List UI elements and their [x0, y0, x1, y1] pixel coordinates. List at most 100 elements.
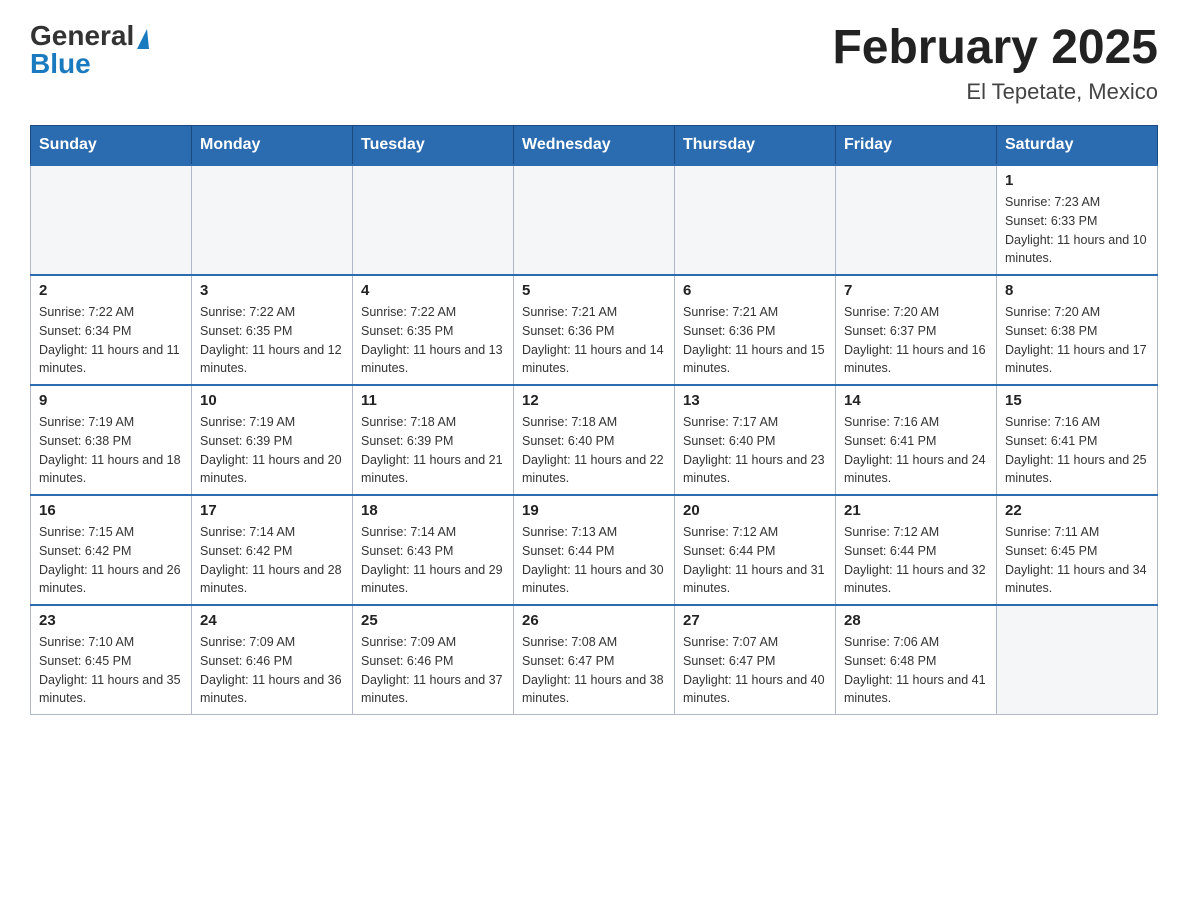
- day-info: Sunrise: 7:14 AMSunset: 6:42 PMDaylight:…: [200, 523, 344, 598]
- day-info: Sunrise: 7:09 AMSunset: 6:46 PMDaylight:…: [200, 633, 344, 708]
- day-info: Sunrise: 7:22 AMSunset: 6:35 PMDaylight:…: [361, 303, 505, 378]
- day-number: 5: [522, 282, 666, 299]
- table-row: [675, 165, 836, 275]
- logo-triangle-icon: [137, 29, 149, 49]
- day-number: 15: [1005, 392, 1149, 409]
- col-tuesday: Tuesday: [353, 126, 514, 166]
- day-number: 17: [200, 502, 344, 519]
- day-number: 19: [522, 502, 666, 519]
- day-info: Sunrise: 7:16 AMSunset: 6:41 PMDaylight:…: [844, 413, 988, 488]
- table-row: [31, 165, 192, 275]
- day-number: 1: [1005, 172, 1149, 189]
- day-number: 9: [39, 392, 183, 409]
- calendar-week-4: 16 Sunrise: 7:15 AMSunset: 6:42 PMDayligh…: [31, 495, 1158, 605]
- day-number: 10: [200, 392, 344, 409]
- table-row: [514, 165, 675, 275]
- calendar-body: 1Sunrise: 7:23 AMSunset: 6:33 PMDaylight…: [31, 165, 1158, 715]
- day-number: 25: [361, 612, 505, 629]
- table-row: 12 Sunrise: 7:18 AMSunset: 6:40 PMDayligh…: [514, 385, 675, 495]
- calendar-week-2: 2 Sunrise: 7:22 AMSunset: 6:34 PMDaylight…: [31, 275, 1158, 385]
- day-number: 3: [200, 282, 344, 299]
- day-number: 16: [39, 502, 183, 519]
- day-number: 18: [361, 502, 505, 519]
- day-number: 8: [1005, 282, 1149, 299]
- table-row: 8 Sunrise: 7:20 AMSunset: 6:38 PMDaylight…: [997, 275, 1158, 385]
- col-saturday: Saturday: [997, 126, 1158, 166]
- day-info: Sunrise: 7:21 AMSunset: 6:36 PMDaylight:…: [522, 303, 666, 378]
- table-row: 19 Sunrise: 7:13 AMSunset: 6:44 PMDayligh…: [514, 495, 675, 605]
- day-number: 14: [844, 392, 988, 409]
- calendar-header-row: Sunday Monday Tuesday Wednesday Thursday…: [31, 126, 1158, 166]
- table-row: [353, 165, 514, 275]
- day-info: Sunrise: 7:12 AMSunset: 6:44 PMDaylight:…: [683, 523, 827, 598]
- day-number: 2: [39, 282, 183, 299]
- day-info: Sunrise: 7:07 AMSunset: 6:47 PMDaylight:…: [683, 633, 827, 708]
- day-number: 23: [39, 612, 183, 629]
- table-row: [997, 605, 1158, 715]
- col-sunday: Sunday: [31, 126, 192, 166]
- day-info: Sunrise: 7:19 AMSunset: 6:38 PMDaylight:…: [39, 413, 183, 488]
- day-info: Sunrise: 7:20 AMSunset: 6:38 PMDaylight:…: [1005, 303, 1149, 378]
- day-number: 4: [361, 282, 505, 299]
- day-info: Sunrise: 7:17 AMSunset: 6:40 PMDaylight:…: [683, 413, 827, 488]
- page-header: General Blue February 2025 El Tepetate, …: [30, 20, 1158, 105]
- table-row: 27Sunrise: 7:07 AMSunset: 6:47 PMDayligh…: [675, 605, 836, 715]
- day-info: Sunrise: 7:22 AMSunset: 6:35 PMDaylight:…: [200, 303, 344, 378]
- table-row: 11Sunrise: 7:18 AMSunset: 6:39 PMDayligh…: [353, 385, 514, 495]
- day-info: Sunrise: 7:21 AMSunset: 6:36 PMDaylight:…: [683, 303, 827, 378]
- calendar-week-1: 1Sunrise: 7:23 AMSunset: 6:33 PMDaylight…: [31, 165, 1158, 275]
- table-row: [192, 165, 353, 275]
- calendar-subtitle: El Tepetate, Mexico: [832, 79, 1158, 105]
- table-row: 10 Sunrise: 7:19 AMSunset: 6:39 PMDayligh…: [192, 385, 353, 495]
- day-number: 12: [522, 392, 666, 409]
- day-info: Sunrise: 7:09 AMSunset: 6:46 PMDaylight:…: [361, 633, 505, 708]
- table-row: 17 Sunrise: 7:14 AMSunset: 6:42 PMDayligh…: [192, 495, 353, 605]
- day-info: Sunrise: 7:10 AMSunset: 6:45 PMDaylight:…: [39, 633, 183, 708]
- day-info: Sunrise: 7:16 AMSunset: 6:41 PMDaylight:…: [1005, 413, 1149, 488]
- table-row: 16 Sunrise: 7:15 AMSunset: 6:42 PMDayligh…: [31, 495, 192, 605]
- day-info: Sunrise: 7:19 AMSunset: 6:39 PMDaylight:…: [200, 413, 344, 488]
- col-thursday: Thursday: [675, 126, 836, 166]
- day-info: Sunrise: 7:15 AMSunset: 6:42 PMDaylight:…: [39, 523, 183, 598]
- table-row: 13 Sunrise: 7:17 AMSunset: 6:40 PMDayligh…: [675, 385, 836, 495]
- calendar-header: Sunday Monday Tuesday Wednesday Thursday…: [31, 126, 1158, 166]
- day-info: Sunrise: 7:18 AMSunset: 6:40 PMDaylight:…: [522, 413, 666, 488]
- day-info: Sunrise: 7:06 AMSunset: 6:48 PMDaylight:…: [844, 633, 988, 708]
- table-row: 28Sunrise: 7:06 AMSunset: 6:48 PMDayligh…: [836, 605, 997, 715]
- table-row: 9 Sunrise: 7:19 AMSunset: 6:38 PMDaylight…: [31, 385, 192, 495]
- calendar-title-block: February 2025 El Tepetate, Mexico: [832, 20, 1158, 105]
- calendar-week-5: 23 Sunrise: 7:10 AMSunset: 6:45 PMDayligh…: [31, 605, 1158, 715]
- calendar-table: Sunday Monday Tuesday Wednesday Thursday…: [30, 125, 1158, 715]
- day-number: 20: [683, 502, 827, 519]
- day-info: Sunrise: 7:18 AMSunset: 6:39 PMDaylight:…: [361, 413, 505, 488]
- day-number: 21: [844, 502, 988, 519]
- table-row: 15 Sunrise: 7:16 AMSunset: 6:41 PMDayligh…: [997, 385, 1158, 495]
- table-row: 14 Sunrise: 7:16 AMSunset: 6:41 PMDayligh…: [836, 385, 997, 495]
- day-info: Sunrise: 7:12 AMSunset: 6:44 PMDaylight:…: [844, 523, 988, 598]
- table-row: 3 Sunrise: 7:22 AMSunset: 6:35 PMDaylight…: [192, 275, 353, 385]
- col-monday: Monday: [192, 126, 353, 166]
- day-info: Sunrise: 7:20 AMSunset: 6:37 PMDaylight:…: [844, 303, 988, 378]
- table-row: 2 Sunrise: 7:22 AMSunset: 6:34 PMDaylight…: [31, 275, 192, 385]
- day-number: 7: [844, 282, 988, 299]
- day-info: Sunrise: 7:22 AMSunset: 6:34 PMDaylight:…: [39, 303, 183, 378]
- col-wednesday: Wednesday: [514, 126, 675, 166]
- table-row: 23 Sunrise: 7:10 AMSunset: 6:45 PMDayligh…: [31, 605, 192, 715]
- table-row: 24Sunrise: 7:09 AMSunset: 6:46 PMDayligh…: [192, 605, 353, 715]
- logo: General Blue: [30, 20, 149, 80]
- calendar-week-3: 9 Sunrise: 7:19 AMSunset: 6:38 PMDaylight…: [31, 385, 1158, 495]
- day-number: 6: [683, 282, 827, 299]
- table-row: 26Sunrise: 7:08 AMSunset: 6:47 PMDayligh…: [514, 605, 675, 715]
- day-info: Sunrise: 7:13 AMSunset: 6:44 PMDaylight:…: [522, 523, 666, 598]
- table-row: 7 Sunrise: 7:20 AMSunset: 6:37 PMDaylight…: [836, 275, 997, 385]
- table-row: 1Sunrise: 7:23 AMSunset: 6:33 PMDaylight…: [997, 165, 1158, 275]
- day-number: 13: [683, 392, 827, 409]
- day-info: Sunrise: 7:14 AMSunset: 6:43 PMDaylight:…: [361, 523, 505, 598]
- day-number: 22: [1005, 502, 1149, 519]
- table-row: 22 Sunrise: 7:11 AMSunset: 6:45 PMDayligh…: [997, 495, 1158, 605]
- day-info: Sunrise: 7:08 AMSunset: 6:47 PMDaylight:…: [522, 633, 666, 708]
- calendar-title: February 2025: [832, 20, 1158, 75]
- logo-blue-text: Blue: [30, 48, 91, 80]
- table-row: 21 Sunrise: 7:12 AMSunset: 6:44 PMDayligh…: [836, 495, 997, 605]
- day-info: Sunrise: 7:11 AMSunset: 6:45 PMDaylight:…: [1005, 523, 1149, 598]
